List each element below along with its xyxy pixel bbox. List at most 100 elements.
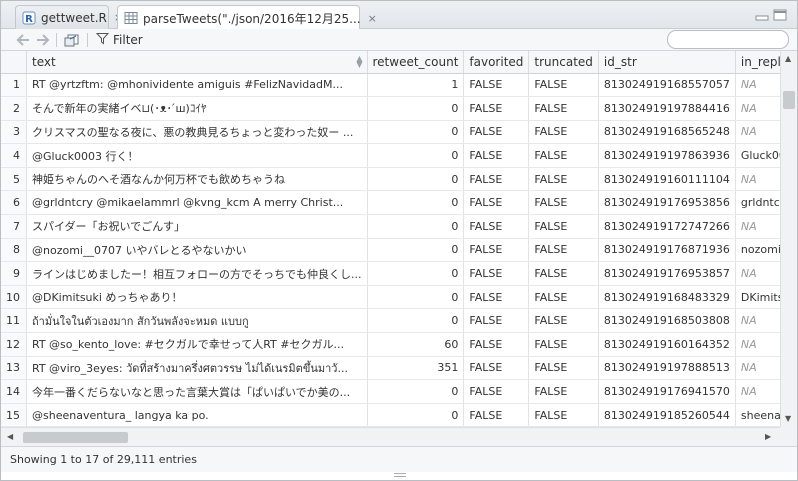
cell-in-reply-to: grldntcry <box>735 190 780 216</box>
vertical-scroll-thumb[interactable] <box>783 91 795 109</box>
tab-gettweet[interactable]: R gettweet.R × <box>15 5 123 29</box>
cell-in-reply-to: NA <box>735 332 780 357</box>
row-number: 2 <box>1 96 27 121</box>
cell-retweet-count: 0 <box>367 214 465 239</box>
table-row[interactable]: 12 RT @so_kento_love: #セクガルで幸せって人RT #セクガル… <box>1 332 780 357</box>
table-row[interactable]: 15 @sheenaventura_ langya ka po. 0 FALSE FAL… <box>1 403 780 427</box>
table-row[interactable]: 14 今年一番くだらないなと思った言葉大賞は「ぱいぱいでか美の... 0 FALSE F… <box>1 379 780 404</box>
row-number: 6 <box>1 190 27 216</box>
column-header-text[interactable]: text ▲ ▼ <box>26 51 368 74</box>
cell-id-str: 813024919160111104 <box>598 167 736 192</box>
row-number: 5 <box>1 167 27 192</box>
row-number: 1 <box>1 73 27 98</box>
scroll-left-arrow-icon[interactable]: ◀ <box>7 432 13 441</box>
forward-arrow-icon[interactable] <box>35 32 51 48</box>
cell-retweet-count: 1 <box>367 73 465 98</box>
table-row[interactable]: 5 神姫ちゃんのへそ酒なんか何万杯でも飲めちゃうね 0 FALSE FALSE 81302… <box>1 167 780 192</box>
column-header-label: retweet_count <box>372 54 459 69</box>
row-number: 14 <box>1 379 27 404</box>
table-row[interactable]: 2 そんで新年の実緒イベ⊔(･ᴥ･ ́ш)ｺｲﾔ 0 FALSE FALSE 813024… <box>1 96 780 121</box>
cell-text: @Gluck0003 行く！ <box>26 143 368 168</box>
search-input[interactable] <box>667 30 789 49</box>
cell-text: RT @so_kento_love: #セクガルで幸せって人RT #セクガル..… <box>26 332 368 357</box>
cell-truncated: FALSE <box>528 167 599 192</box>
cell-in-reply-to: DKimitsuki <box>735 285 780 310</box>
entries-status-text: Showing 1 to 17 of 29,111 entries <box>10 453 197 466</box>
cell-id-str: 813024919172747266 <box>598 214 736 239</box>
cell-favorited: FALSE <box>463 238 530 263</box>
cell-favorited: FALSE <box>463 261 530 286</box>
cell-in-reply-to: NA <box>735 214 780 239</box>
cell-text: スパイダー「お祝いでごんす」 <box>26 214 368 239</box>
cell-in-reply-to: NA <box>735 167 780 192</box>
column-header-id-str[interactable]: id_str <box>598 51 736 74</box>
tab-bar: R gettweet.R × parseTweets("./json/2016年… <box>1 1 797 30</box>
horizontal-scrollbar[interactable]: ◀ ▶ <box>1 427 780 446</box>
back-arrow-icon[interactable] <box>15 32 31 48</box>
cell-favorited: FALSE <box>463 143 530 168</box>
table-body: 1 RT @yrtzftm: @mhonividente amiguis #Fel… <box>1 73 780 427</box>
table-row[interactable]: 8 @nozomi__0707 いやバレとるやないかい 0 FALSE FALSE 813… <box>1 238 780 263</box>
resize-grip[interactable] <box>394 473 406 477</box>
column-header-in-reply-to[interactable]: in_reply_to_sc <box>735 51 780 74</box>
cell-id-str: 813024919168565248 <box>598 120 736 145</box>
filter-icon <box>95 32 110 48</box>
cell-id-str: 813024919197884416 <box>598 96 736 121</box>
cell-favorited: FALSE <box>463 285 530 310</box>
cell-favorited: FALSE <box>463 120 530 145</box>
table-row[interactable]: 3 クリスマスの聖なる夜に、悪の教典見るちょっと変わった奴ー ... 0 FALSE F… <box>1 120 780 145</box>
cell-in-reply-to: NA <box>735 73 780 98</box>
row-number: 15 <box>1 403 27 427</box>
table-row[interactable]: 13 RT @viro_3eyes: วัดที่สร้างมาครึ่งศตวร… <box>1 356 780 381</box>
column-header-truncated[interactable]: truncated <box>528 51 599 74</box>
table-row[interactable]: 4 @Gluck0003 行く！ 0 FALSE FALSE 81302491919786… <box>1 143 780 168</box>
table-row[interactable]: 6 @grldntcry @mikaelammrl @kvng_kcm A mer… <box>1 190 780 216</box>
column-header-favorited[interactable]: favorited <box>463 51 530 74</box>
maximize-icon[interactable] <box>773 9 787 24</box>
cell-truncated: FALSE <box>528 120 599 145</box>
table-row[interactable]: 1 RT @yrtzftm: @mhonividente amiguis #Fel… <box>1 73 780 98</box>
cell-id-str: 813024919197863936 <box>598 143 736 168</box>
cell-favorited: FALSE <box>463 167 530 192</box>
cell-favorited: FALSE <box>463 332 530 357</box>
row-number: 7 <box>1 214 27 239</box>
svg-text:R: R <box>25 14 33 25</box>
close-icon[interactable]: × <box>368 12 377 25</box>
cell-retweet-count: 0 <box>367 379 465 404</box>
cell-truncated: FALSE <box>528 214 599 239</box>
cell-id-str: 813024919160164352 <box>598 332 736 357</box>
tab-parsetweets[interactable]: parseTweets("./json/2016年12月25... × <box>117 5 377 30</box>
filter-button[interactable]: Filter <box>95 32 143 48</box>
row-number: 12 <box>1 332 27 357</box>
vertical-scrollbar[interactable]: ▲ ▼ <box>780 51 797 427</box>
cell-retweet-count: 0 <box>367 308 465 334</box>
horizontal-scroll-thumb[interactable] <box>23 432 128 443</box>
show-in-window-icon[interactable] <box>64 32 80 48</box>
scroll-up-arrow-icon[interactable]: ▲ <box>785 54 791 63</box>
scroll-right-arrow-icon[interactable]: ▶ <box>765 432 771 441</box>
table-row[interactable]: 9 ラインはじめましたー！相互フォローの方でそっちでも仲良くし... 0 FALSE F… <box>1 261 780 286</box>
cell-truncated: FALSE <box>528 403 599 427</box>
cell-id-str: 813024919168503808 <box>598 308 736 334</box>
row-number: 9 <box>1 261 27 286</box>
row-number: 13 <box>1 356 27 381</box>
column-header-label: truncated <box>534 54 593 69</box>
cell-retweet-count: 0 <box>367 403 465 427</box>
cell-id-str: 813024919197888513 <box>598 356 736 381</box>
cell-truncated: FALSE <box>528 190 599 216</box>
cell-retweet-count: 0 <box>367 96 465 121</box>
table-row[interactable]: 11 ถ้ามั่นใจในตัวเองมาก สักวันพลังจะหมด แ… <box>1 308 780 334</box>
column-header-label: in_reply_to_sc <box>740 54 780 69</box>
column-header-retweet-count[interactable]: retweet_count <box>367 51 465 74</box>
cell-in-reply-to: NA <box>735 379 780 404</box>
scrollbar-corner <box>780 427 797 446</box>
table-row[interactable]: 10 @DKimitsuki めっちゃあり！ 0 FALSE FALSE 81302491… <box>1 285 780 310</box>
cell-text: RT @yrtzftm: @mhonividente amiguis #Feli… <box>26 73 368 98</box>
minimize-icon[interactable] <box>755 9 769 24</box>
cell-id-str: 813024919176953857 <box>598 261 736 286</box>
cell-retweet-count: 60 <box>367 332 465 357</box>
cell-id-str: 813024919176953856 <box>598 190 736 216</box>
table-row[interactable]: 7 スパイダー「お祝いでごんす」 0 FALSE FALSE 81302491917274… <box>1 214 780 239</box>
scroll-down-arrow-icon[interactable]: ▼ <box>785 414 791 423</box>
cell-in-reply-to: NA <box>735 261 780 286</box>
